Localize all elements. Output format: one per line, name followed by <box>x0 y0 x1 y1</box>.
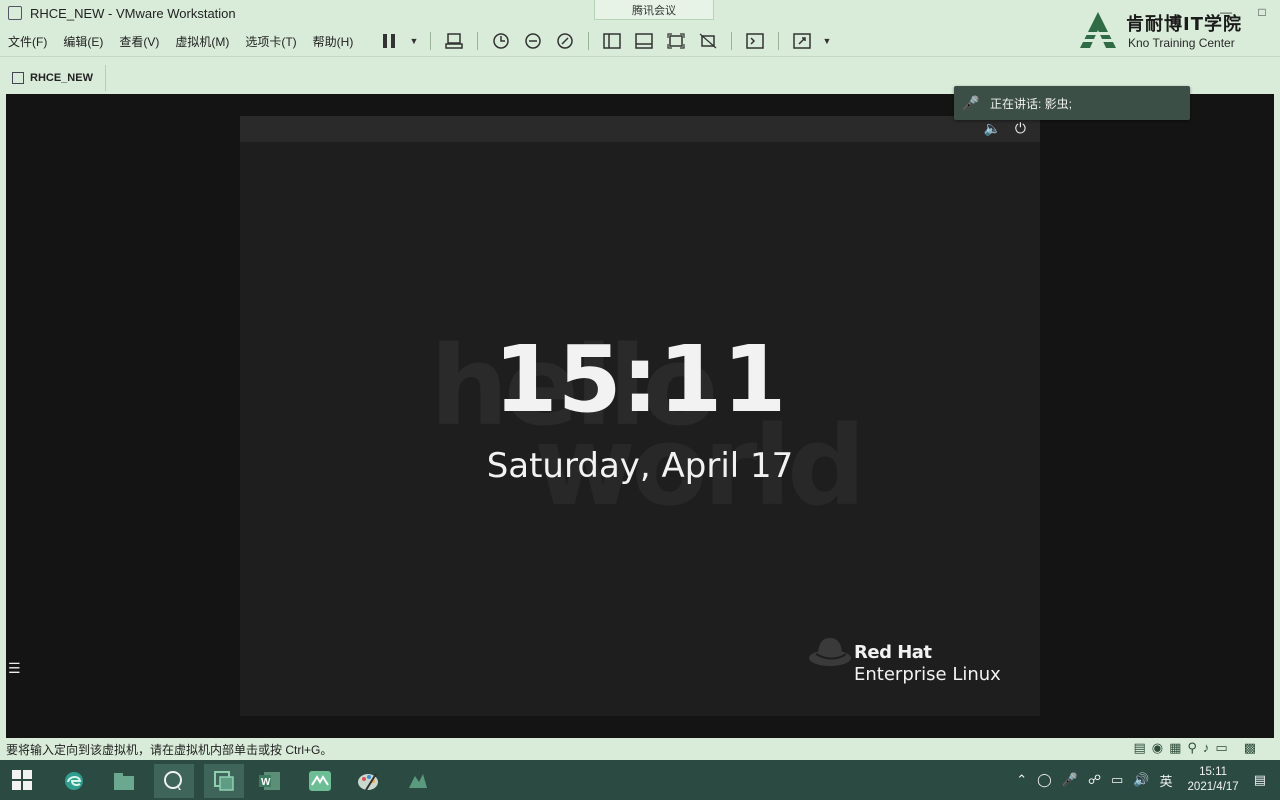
message-log-icon[interactable]: ▩ <box>1244 740 1256 756</box>
brand-name-en: Kno Training Center <box>1128 36 1235 50</box>
status-hint: 要将输入定向到该虚拟机，请在虚拟机内部单击或按 Ctrl+G。 <box>6 742 333 757</box>
edge-icon[interactable] <box>54 764 94 798</box>
vmware-icon[interactable] <box>204 764 244 798</box>
usb-icon[interactable]: ⚲ <box>1187 740 1197 756</box>
volume-icon[interactable]: 🔊 <box>1128 772 1154 788</box>
window-title: RHCE_NEW - VMware Workstation <box>30 5 236 21</box>
desktop: RHCE_NEW - VMware Workstation 腾讯会议 — □ 文… <box>0 0 1280 800</box>
cortana-circle-icon[interactable]: ◯ <box>1032 772 1057 788</box>
revert-snapshot-icon[interactable] <box>520 29 546 53</box>
product-name: Enterprise Linux <box>854 664 1001 685</box>
brand-name-cn: 肯耐博IT学院 <box>1126 14 1242 35</box>
lock-screen-time: 15:11 <box>493 326 787 433</box>
security-icon[interactable]: ☍ <box>1083 772 1106 788</box>
speaking-label: 正在讲话: 影虫; <box>990 96 1073 111</box>
terminal-icon[interactable] <box>742 29 768 53</box>
file-explorer-icon[interactable] <box>104 764 144 798</box>
menu-vm[interactable]: 虚拟机(M) <box>167 33 237 50</box>
guest-lock-screen[interactable]: 🔈 ⏻ hello world 15:11 Saturday, April 17… <box>240 116 1040 716</box>
vmware-app-icon <box>8 6 22 20</box>
snapshot-icon[interactable] <box>488 29 514 53</box>
red-hat-logo-icon <box>809 638 851 666</box>
network-icon[interactable]: ▭ <box>1106 772 1128 788</box>
network-adapter-icon[interactable]: ▦ <box>1169 740 1181 756</box>
notification-icon[interactable]: ▤ <box>1249 772 1280 788</box>
meeting-floating-tab[interactable]: 腾讯会议 <box>594 0 714 20</box>
console-right-border <box>1274 94 1280 738</box>
vendor-name: Red Hat <box>854 642 932 663</box>
device-status-icons: ▤ ◉ ▦ ⚲ ♪ ▭ ▩ <box>1133 740 1256 756</box>
menu-file[interactable]: 文件(F) <box>0 33 55 50</box>
svg-text:W: W <box>261 777 271 788</box>
taskbar-time: 15:11 <box>1199 766 1228 778</box>
start-button-icon[interactable] <box>12 770 32 790</box>
paint-icon[interactable] <box>348 764 388 798</box>
microphone-icon: 🎤 <box>962 94 980 111</box>
vmware-status-bar: 要将输入定向到该虚拟机，请在虚拟机内部单击或按 Ctrl+G。 ▤ ◉ ▦ ⚲ … <box>0 738 1280 760</box>
windows-taskbar: W ⌃ ◯ 🎤 ☍ ▭ 🔊 英 15:11 2021/4/17 ▤ <box>0 760 1280 800</box>
word-icon[interactable]: W <box>250 764 290 798</box>
toolbar-divider <box>588 32 589 50</box>
vm-tab-icon <box>12 72 24 84</box>
unity-icon[interactable] <box>695 29 721 53</box>
chevron-up-icon[interactable]: ⌃ <box>1011 772 1032 788</box>
menu-view[interactable]: 查看(V) <box>111 33 167 50</box>
display-icon[interactable]: ▭ <box>1215 740 1227 756</box>
toolbar-divider <box>477 32 478 50</box>
menu-help[interactable]: 帮助(H) <box>305 33 362 50</box>
hard-disk-icon[interactable]: ▤ <box>1133 740 1145 756</box>
microphone-tray-icon[interactable]: 🎤 <box>1057 772 1083 788</box>
power-icon[interactable]: ⏻ <box>1015 120 1026 137</box>
system-status-area[interactable]: 🔈 ⏻ <box>983 120 1026 137</box>
toolbar-divider <box>430 32 431 50</box>
console-view-icon[interactable] <box>631 29 657 53</box>
send-ctrl-alt-del-icon[interactable] <box>441 29 467 53</box>
toolbar-divider <box>778 32 779 50</box>
vm-tab[interactable]: RHCE_NEW <box>6 65 106 91</box>
search-icon[interactable] <box>154 764 194 798</box>
sound-card-icon[interactable]: ♪ <box>1203 740 1210 756</box>
vm-tab-label: RHCE_NEW <box>30 72 93 84</box>
logo-mark-icon <box>1076 12 1120 48</box>
taskbar-clock[interactable]: 15:11 2021/4/17 <box>1178 765 1249 795</box>
speaking-indicator: 🎤 正在讲话: 影虫; <box>954 86 1190 120</box>
stretch-icon[interactable] <box>789 29 815 53</box>
volume-muted-icon[interactable]: 🔈 <box>983 120 1000 137</box>
gnome-top-bar: 🔈 ⏻ <box>240 116 1040 142</box>
chevron-down-icon[interactable]: ▼ <box>408 29 420 53</box>
taskbar-date: 2021/4/17 <box>1187 781 1239 793</box>
library-icon[interactable] <box>599 29 625 53</box>
snapshot-manager-icon[interactable] <box>552 29 578 53</box>
network-app-icon[interactable] <box>398 764 438 798</box>
system-tray: ⌃ ◯ 🎤 ☍ ▭ 🔊 英 15:11 2021/4/17 ▤ <box>1011 760 1280 800</box>
menu-icon[interactable]: ☰ <box>8 660 21 677</box>
input-language[interactable]: 英 <box>1155 771 1178 790</box>
pause-icon[interactable] <box>376 29 402 53</box>
lock-screen-date: Saturday, April 17 <box>486 446 794 486</box>
meeting-icon[interactable] <box>300 764 340 798</box>
training-center-logo: 肯耐博IT学院 Kno Training Center <box>1068 4 1268 54</box>
chevron-down-icon[interactable]: ▼ <box>821 29 833 53</box>
menu-edit[interactable]: 编辑(E) <box>55 33 111 50</box>
menu-tabs[interactable]: 选项卡(T) <box>237 33 304 50</box>
toolbar: ▼ ▼ <box>376 26 833 56</box>
fullscreen-icon[interactable] <box>663 29 689 53</box>
toolbar-divider <box>731 32 732 50</box>
cd-rom-icon[interactable]: ◉ <box>1152 740 1163 756</box>
